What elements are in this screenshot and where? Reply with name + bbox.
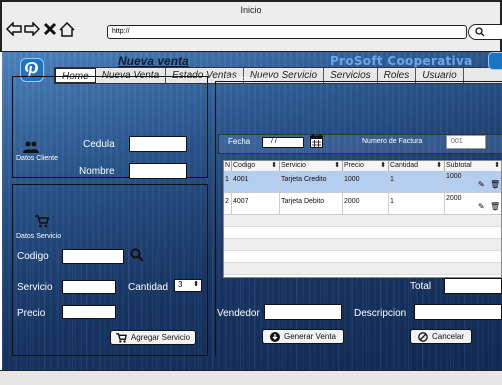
- cell-precio: 2000: [343, 193, 389, 214]
- cedula-input[interactable]: [129, 136, 187, 152]
- agregar-servicio-label: Agregar Servicio: [130, 333, 191, 342]
- trash-icon[interactable]: 🗑: [490, 202, 500, 211]
- col-header-precio[interactable]: Precio ⬍: [343, 161, 389, 171]
- cantidad-label: Cantidad: [128, 282, 169, 293]
- cell-codigo: 4001: [232, 171, 280, 192]
- total-label: Total: [410, 281, 432, 292]
- cantidad-value: 3: [178, 280, 183, 289]
- servicio-label: Servicio: [17, 282, 53, 293]
- cell-codigo: 4007: [232, 193, 280, 214]
- url-input[interactable]: http://: [107, 25, 467, 39]
- table-row[interactable]: 2 4007 Tarjeta Debito 2000 1 2000 ✎ 🗑: [224, 193, 501, 215]
- cell-n: 1: [224, 171, 232, 192]
- search-icon: [475, 27, 485, 37]
- agregar-servicio-button[interactable]: Agregar Servicio: [110, 330, 196, 345]
- fecha-input[interactable]: / /: [262, 137, 304, 148]
- precio-input[interactable]: [62, 305, 116, 319]
- generar-venta-button[interactable]: Generar Venta: [262, 329, 344, 344]
- client-data-panel: Datos Cliente Cedula Nombre: [12, 76, 208, 179]
- precio-label: Precio: [17, 308, 46, 319]
- search-icon[interactable]: [130, 248, 144, 262]
- nueva-venta-heading: Nueva venta: [118, 54, 189, 68]
- cell-cantidad: 1: [389, 193, 445, 214]
- total-field[interactable]: [444, 278, 502, 294]
- browser-search-box[interactable]: [468, 24, 502, 40]
- forward-arrow-icon[interactable]: [24, 21, 40, 37]
- servicios-table: N Codigo ⬍ Servicio ⬍ Precio ⬍ Cantidad ⬍ Su…: [223, 160, 502, 278]
- arrow-circle-icon: [269, 331, 280, 342]
- cell-n: 2: [224, 193, 232, 214]
- prosoft-heading: ProSoft Cooperativa: [330, 54, 473, 68]
- browser-chrome: Inicio http://: [0, 0, 502, 52]
- fecha-label: Fecha: [228, 137, 251, 146]
- empty-row: [224, 215, 501, 227]
- pinterest-logo-small-icon: [488, 52, 502, 70]
- status-bar: [0, 370, 502, 385]
- users-icon: [23, 141, 39, 153]
- empty-row: [224, 251, 501, 263]
- codigo-input[interactable]: [62, 249, 124, 264]
- service-group-label: Datos Servicio: [16, 233, 62, 240]
- col-header-n[interactable]: N: [224, 161, 232, 171]
- generar-venta-label: Generar Venta: [283, 332, 337, 341]
- cell-servicio: Tarjeta Debito: [280, 193, 343, 214]
- vendedor-label: Vendedor: [217, 308, 260, 319]
- stepper-arrows-icon[interactable]: ⬍: [193, 280, 199, 290]
- cell-cantidad: 1: [389, 171, 445, 192]
- cancelar-button[interactable]: Cancelar: [410, 329, 472, 344]
- servicios-venta-legend: Servicios Venta: [225, 76, 274, 83]
- edit-icon[interactable]: ✎: [478, 202, 485, 211]
- table-row[interactable]: 1 4001 Tarjeta Credito 1000 1 1000 ✎ 🗑: [224, 171, 501, 193]
- nombre-input[interactable]: [129, 163, 187, 179]
- factura-field[interactable]: 001: [446, 135, 486, 149]
- col-header-servicio[interactable]: Servicio ⬍: [280, 161, 343, 171]
- servicio-input[interactable]: [62, 280, 116, 294]
- cell-servicio: Tarjeta Credito: [280, 171, 343, 192]
- calendar-icon[interactable]: [310, 134, 323, 148]
- col-header-codigo[interactable]: Codigo ⬍: [232, 161, 280, 171]
- descripcion-input[interactable]: [414, 304, 502, 320]
- cell-subtotal-value: 2000: [446, 195, 462, 202]
- cancel-icon: [418, 331, 428, 342]
- empty-row: [224, 239, 501, 251]
- cantidad-stepper[interactable]: 3 ⬍: [174, 279, 202, 292]
- vendedor-input[interactable]: [264, 304, 342, 320]
- cedula-label: Cedula: [83, 139, 115, 150]
- cart-icon: [35, 215, 49, 228]
- back-arrow-icon[interactable]: [6, 21, 22, 37]
- codigo-label: Codigo: [17, 251, 49, 262]
- client-group-label: Datos Cliente: [16, 155, 59, 162]
- trash-icon[interactable]: 🗑: [490, 180, 500, 189]
- cart-icon: [116, 332, 127, 343]
- factura-label: Numero de Factura: [362, 138, 423, 145]
- empty-row: [224, 263, 501, 275]
- cell-precio: 1000: [343, 171, 389, 192]
- window-title: Inicio: [240, 5, 262, 15]
- nombre-label: Nombre: [79, 166, 115, 177]
- cell-subtotal-value: 1000: [446, 173, 462, 180]
- col-header-subtotal[interactable]: Subtotal ⬍: [445, 161, 501, 171]
- close-icon[interactable]: [42, 21, 58, 37]
- col-header-cantidad[interactable]: Cantidad ⬍: [389, 161, 445, 171]
- empty-row: [224, 227, 501, 239]
- edit-icon[interactable]: ✎: [478, 180, 485, 189]
- descripcion-label: Descripcion: [354, 308, 407, 319]
- cancelar-label: Cancelar: [431, 332, 464, 341]
- home-icon[interactable]: [59, 21, 75, 37]
